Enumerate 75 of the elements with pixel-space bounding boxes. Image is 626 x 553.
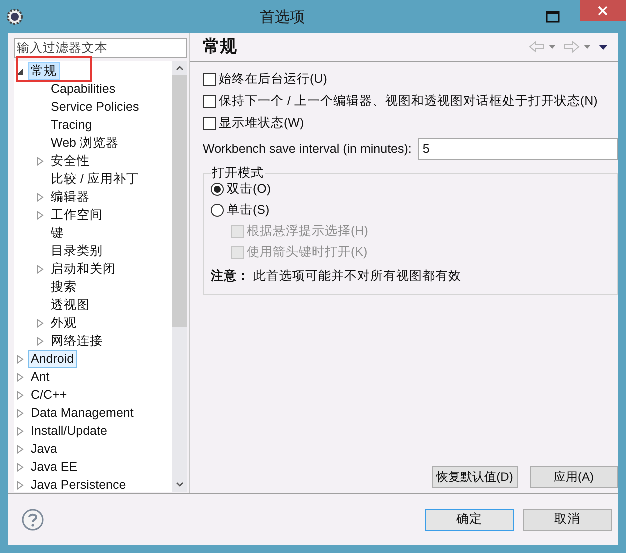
checkbox[interactable]: [203, 116, 216, 130]
view-menu-icon[interactable]: [599, 44, 608, 50]
tree-item[interactable]: Java EE: [28, 458, 81, 476]
expand-icon[interactable]: [37, 192, 44, 202]
ok-button[interactable]: 确定: [425, 508, 514, 530]
expand-icon[interactable]: [37, 264, 44, 274]
tree-item[interactable]: 启动和关闭: [48, 260, 119, 278]
tree-item[interactable]: 工作空间: [48, 206, 106, 224]
tree-item[interactable]: Data Management: [28, 404, 137, 422]
tree-item[interactable]: Web 浏览器: [48, 134, 122, 152]
expand-icon[interactable]: [17, 372, 24, 382]
option-label: 双击(O): [227, 180, 272, 198]
expand-icon[interactable]: [17, 444, 24, 454]
page-title: 常规: [203, 36, 237, 58]
radio-button[interactable]: [211, 204, 224, 216]
expand-icon[interactable]: [17, 462, 24, 472]
expand-icon[interactable]: [17, 426, 24, 436]
tree-item[interactable]: 外观: [48, 314, 80, 332]
option-label: 显示堆状态(W): [219, 114, 304, 132]
option-label: 始终在后台运行(U): [219, 70, 328, 88]
expand-icon[interactable]: [37, 210, 44, 220]
scroll-down-icon[interactable]: [176, 482, 184, 487]
window-title: 首选项: [260, 8, 305, 28]
expand-icon[interactable]: [17, 354, 24, 364]
tree-item[interactable]: Java: [28, 440, 60, 458]
option-label: 保持下一个 / 上一个编辑器、视图和透视图对话框处于打开状态(N): [219, 92, 598, 110]
scroll-up-icon[interactable]: [176, 66, 184, 71]
tree-item[interactable]: 目录类别: [48, 242, 106, 260]
expand-icon[interactable]: [17, 408, 24, 418]
tree-item[interactable]: Service Policies: [48, 98, 142, 116]
dropdown-icon[interactable]: [549, 45, 556, 49]
back-arrow-icon[interactable]: [529, 41, 545, 53]
gear-icon[interactable]: [6, 8, 24, 26]
maximize-icon[interactable]: [546, 10, 560, 22]
collapse-icon[interactable]: [17, 66, 24, 76]
expand-icon[interactable]: [37, 156, 44, 166]
forward-arrow-icon[interactable]: [564, 41, 580, 53]
cancel-button[interactable]: 取消: [523, 508, 612, 530]
checkbox[interactable]: [203, 72, 216, 86]
tree-item[interactable]: 编辑器: [48, 188, 93, 206]
tree-item[interactable]: 常规: [28, 62, 60, 80]
expand-icon[interactable]: [17, 480, 24, 490]
tree-item[interactable]: Install/Update: [28, 422, 110, 440]
filter-field[interactable]: 输入过滤器文本: [14, 38, 187, 58]
tree-item[interactable]: 网络连接: [48, 332, 106, 350]
checkbox[interactable]: [203, 94, 216, 108]
tree-item[interactable]: C/C++: [28, 386, 70, 404]
close-button[interactable]: [580, 0, 626, 21]
tree-item[interactable]: 搜索: [48, 278, 80, 296]
note-text: 注意： 此首选项可能并不对所有视图都有效: [211, 268, 462, 285]
expand-icon[interactable]: [37, 336, 44, 346]
tree-item[interactable]: Tracing: [48, 116, 96, 134]
tree-item[interactable]: Java Persistence: [28, 476, 130, 492]
field-label: Workbench save interval (in minutes):: [203, 140, 412, 158]
tree-item[interactable]: Ant: [28, 368, 53, 386]
option-label: 使用箭头键时打开(K): [247, 244, 368, 261]
restore-defaults-button[interactable]: 恢复默认值(D): [432, 466, 518, 488]
interval-field[interactable]: 5: [418, 138, 618, 160]
radio-button[interactable]: [211, 182, 224, 196]
apply-button[interactable]: 应用(A): [530, 466, 618, 488]
option-label: 根据悬浮提示选择(H): [247, 222, 368, 240]
expand-icon[interactable]: [37, 318, 44, 328]
expand-icon[interactable]: [17, 390, 24, 400]
tree-item[interactable]: 透视图: [48, 296, 93, 314]
help-icon[interactable]: [22, 508, 44, 530]
tree-item[interactable]: Android: [28, 350, 78, 368]
tree-item[interactable]: Capabilities: [48, 80, 119, 98]
scrollbar[interactable]: [172, 61, 187, 492]
dropdown-icon[interactable]: [584, 45, 591, 49]
tree-item[interactable]: 键: [48, 224, 67, 242]
tree-item[interactable]: 安全性: [48, 152, 93, 170]
close-icon: [598, 6, 608, 16]
tree-item[interactable]: 比较 / 应用补丁: [48, 170, 142, 188]
option-label: 单击(S): [227, 202, 270, 219]
group-title: 打开模式: [211, 165, 265, 181]
